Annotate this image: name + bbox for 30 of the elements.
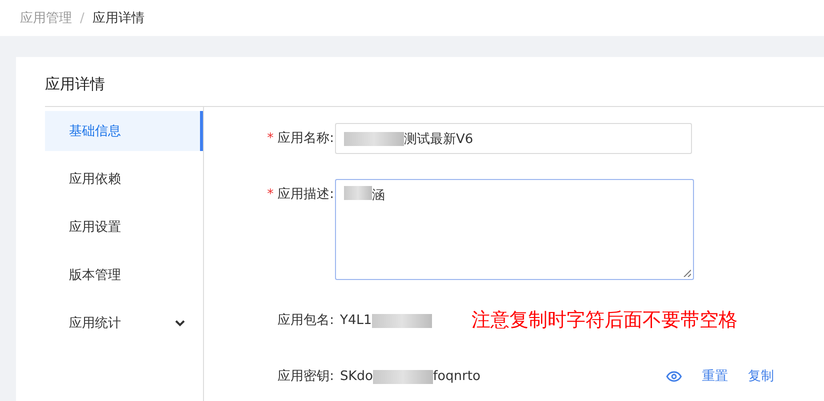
eye-icon[interactable] — [666, 371, 682, 382]
breadcrumb-separator: / — [80, 10, 84, 26]
menu-item[interactable]: 版本管理 — [45, 255, 203, 295]
blurred-text — [372, 370, 433, 384]
warning-note: 注意复制时字符后面不要带空格 — [472, 308, 738, 333]
action-link[interactable]: 复制 — [748, 361, 774, 392]
chevron-down-icon — [175, 320, 185, 326]
field-label: 应用描述: — [278, 186, 334, 204]
field-label: 应用名称: — [278, 130, 334, 148]
card-title: 应用详情 — [44, 74, 106, 95]
input-field[interactable]: 测试最新V6 — [335, 123, 692, 154]
required-mark: * — [267, 186, 274, 204]
menu-item-label: 应用统计 — [69, 315, 121, 332]
menu-item[interactable]: 应用统计 — [45, 303, 203, 343]
text-area[interactable]: 涵 — [335, 179, 694, 280]
breadcrumb-item: 应用详情 — [92, 10, 144, 27]
menu-item[interactable]: 应用依赖 — [45, 159, 203, 199]
field-value: foqnrto — [432, 368, 480, 386]
field-value: Y4L1 — [340, 312, 372, 330]
blurred-text — [372, 314, 432, 328]
field-label: 应用包名: — [278, 312, 334, 330]
field-value: SKdo — [340, 368, 373, 386]
blurred-text — [344, 132, 404, 146]
blurred-text — [344, 186, 372, 200]
action-link[interactable]: 重置 — [702, 361, 728, 392]
required-mark: * — [267, 130, 274, 148]
menu-item[interactable]: 应用设置 — [45, 207, 203, 247]
menu-item[interactable]: 基础信息 — [45, 111, 203, 151]
resize-grip-icon — [683, 269, 691, 277]
field-label: 应用密钥: — [278, 368, 334, 386]
